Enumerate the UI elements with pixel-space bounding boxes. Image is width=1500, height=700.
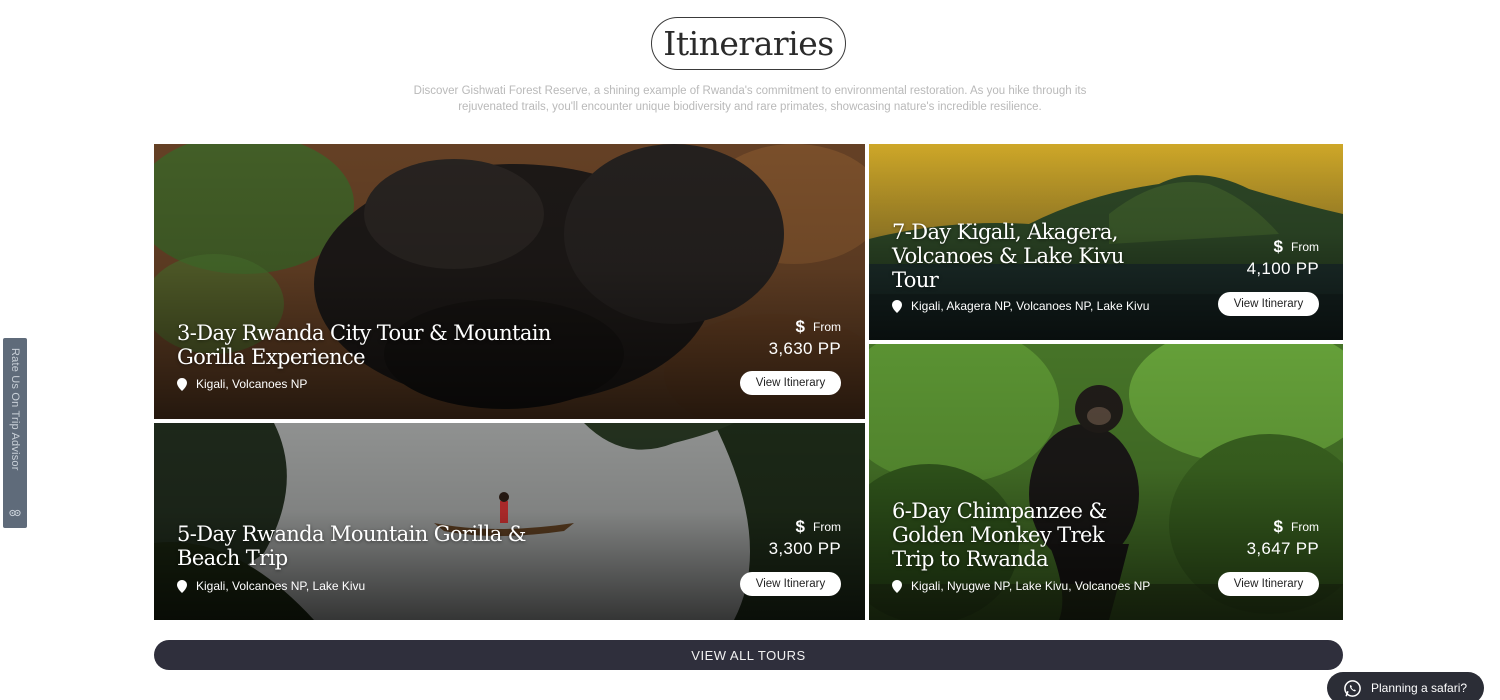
tour-title-line-2: Beach Trip: [177, 546, 288, 570]
tour-title-line-2: Golden Monkey Trek: [892, 523, 1105, 547]
from-label: From: [1291, 520, 1319, 534]
tour-location: Kigali, Nyugwe NP, Lake Kivu, Volcanoes …: [892, 579, 1150, 593]
tour-location: Kigali, Volcanoes NP, Lake Kivu: [177, 579, 365, 593]
side-tab-label: Rate Us On Trip Advisor: [9, 348, 21, 471]
dollar-icon: $: [1273, 517, 1283, 536]
whatsapp-chat-button[interactable]: Planning a safari?: [1327, 672, 1484, 700]
tour-title-line-3: Tour: [892, 268, 939, 292]
view-itinerary-button[interactable]: View Itinerary: [1218, 292, 1319, 316]
tour-card-2[interactable]: 7-Day Kigali, Akagera, Volcanoes & Lake …: [869, 144, 1343, 340]
tour-location-text: Kigali, Nyugwe NP, Lake Kivu, Volcanoes …: [911, 579, 1151, 593]
tour-title-line-3: Trip to Rwanda: [892, 547, 1049, 571]
section-heading: Itineraries: [651, 17, 846, 70]
dollar-icon: $: [1273, 237, 1283, 256]
view-itinerary-button[interactable]: View Itinerary: [1218, 572, 1319, 596]
tour-card-4[interactable]: 6-Day Chimpanzee & Golden Monkey Trek Tr…: [869, 344, 1343, 620]
tour-price: 3,630 PP: [768, 339, 841, 358]
tour-price: 3,647 PP: [1246, 539, 1319, 558]
intro-line-1: Discover Gishwati Forest Reserve, a shin…: [413, 85, 1087, 97]
tour-title[interactable]: 3-Day Rwanda City Tour & Mountain Gorill…: [177, 321, 551, 369]
view-itinerary-button[interactable]: View Itinerary: [740, 572, 841, 596]
tour-location-text: Kigali, Volcanoes NP: [196, 377, 308, 391]
map-pin-icon: [177, 377, 187, 391]
tour-title-line-2: Volcanoes & Lake Kivu: [892, 244, 1124, 268]
section-intro: Discover Gishwati Forest Reserve, a shin…: [390, 83, 1110, 115]
tour-title-line-1: 6-Day Chimpanzee &: [892, 499, 1107, 523]
tour-title[interactable]: 6-Day Chimpanzee & Golden Monkey Trek Tr…: [892, 499, 1107, 571]
tripadvisor-side-tab[interactable]: Rate Us On Trip Advisor: [3, 338, 27, 528]
tour-title-line-1: 5-Day Rwanda Mountain Gorilla &: [177, 522, 526, 546]
tour-location-text: Kigali, Akagera NP, Volcanoes NP, Lake K…: [911, 299, 1150, 313]
map-pin-icon: [892, 579, 902, 593]
whatsapp-icon: [1344, 679, 1361, 697]
dollar-icon: $: [795, 317, 805, 336]
price-from: $ From: [796, 517, 841, 537]
tour-card-1[interactable]: 3-Day Rwanda City Tour & Mountain Gorill…: [154, 144, 865, 419]
tour-location: Kigali, Akagera NP, Volcanoes NP, Lake K…: [892, 299, 1149, 313]
tour-title[interactable]: 5-Day Rwanda Mountain Gorilla & Beach Tr…: [177, 522, 526, 570]
price-from: $ From: [1274, 517, 1319, 537]
view-all-tours-button[interactable]: VIEW ALL TOURS: [154, 640, 1343, 670]
tour-location: Kigali, Volcanoes NP: [177, 377, 307, 391]
map-pin-icon: [177, 579, 187, 593]
view-itinerary-button[interactable]: View Itinerary: [740, 371, 841, 395]
tour-title-line-1: 7-Day Kigali, Akagera,: [892, 220, 1118, 244]
tour-title[interactable]: 7-Day Kigali, Akagera, Volcanoes & Lake …: [892, 220, 1124, 292]
tour-price: 4,100 PP: [1246, 259, 1319, 278]
price-from: $ From: [796, 317, 841, 337]
price-from: $ From: [1274, 237, 1319, 257]
tour-price: 3,300 PP: [768, 539, 841, 558]
dollar-icon: $: [795, 517, 805, 536]
intro-line-2: rejuvenated trails, you'll encounter uni…: [458, 101, 1042, 113]
chat-label: Planning a safari?: [1371, 681, 1468, 695]
tour-title-line-2: Gorilla Experience: [177, 345, 366, 369]
tour-title-line-1: 3-Day Rwanda City Tour & Mountain: [177, 321, 551, 345]
tour-location-text: Kigali, Volcanoes NP, Lake Kivu: [196, 579, 366, 593]
tripadvisor-owl-icon: [9, 509, 21, 517]
tour-card-3[interactable]: 5-Day Rwanda Mountain Gorilla & Beach Tr…: [154, 423, 865, 620]
map-pin-icon: [892, 299, 902, 313]
from-label: From: [813, 320, 841, 334]
from-label: From: [813, 520, 841, 534]
from-label: From: [1291, 240, 1319, 254]
